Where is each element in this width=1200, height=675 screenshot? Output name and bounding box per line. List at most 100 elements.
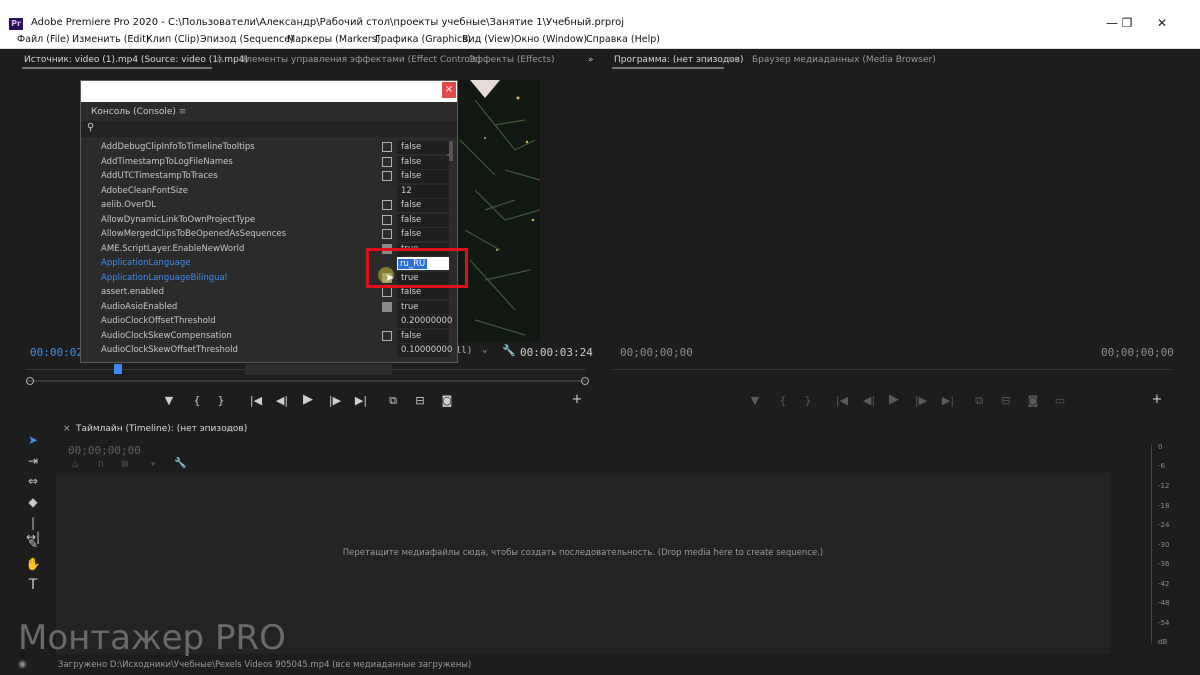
menu-window[interactable]: Окно (Window) <box>514 34 587 45</box>
selection-tool-icon[interactable]: ➤ <box>24 433 42 447</box>
console-row-value[interactable]: false <box>397 228 449 241</box>
chevron-down-icon[interactable]: ⌄ <box>482 345 487 355</box>
program-step-back-icon[interactable]: ◀| <box>861 395 877 407</box>
console-row[interactable]: aelib.OverDL false <box>81 199 457 213</box>
snap-icon[interactable]: ∩ <box>98 459 104 470</box>
menu-sequence[interactable]: Эпизод (Sequence) <box>200 34 294 45</box>
linked-selection-icon[interactable]: ⊠ <box>122 459 128 470</box>
tab-program[interactable]: Программа: (нет эпизодов) <box>614 55 743 65</box>
console-row-checkbox[interactable] <box>382 229 392 239</box>
timeline-settings-wrench-icon[interactable]: 🔧 <box>174 458 186 469</box>
program-go-to-out-icon[interactable]: ▶| <box>940 395 956 407</box>
mark-out-icon[interactable]: } <box>213 395 229 407</box>
timeline-menu-icon[interactable]: ≡ <box>226 424 234 434</box>
program-go-to-in-icon[interactable]: |◀ <box>834 395 850 407</box>
console-row-value[interactable]: false <box>397 213 449 227</box>
console-row[interactable]: AddUTCTimestampToTraces false <box>81 170 457 184</box>
button-editor-plus-icon[interactable]: + <box>569 393 585 406</box>
console-row-checkbox[interactable] <box>382 200 392 210</box>
menu-clip[interactable]: Клип (Clip) <box>146 34 200 45</box>
razor-tool-icon[interactable]: ◆ <box>24 495 42 509</box>
go-to-out-icon[interactable]: ▶| <box>353 395 369 407</box>
source-fit-dropdown[interactable]: ll) <box>456 346 472 356</box>
wrench-icon[interactable]: 🔧 <box>502 344 516 357</box>
zoom-handle-right[interactable] <box>581 377 589 385</box>
console-row-value[interactable]: true <box>397 300 449 314</box>
console-row[interactable]: AudioAsioEnabled true <box>81 300 457 315</box>
add-marker-icon[interactable]: ▼ <box>161 395 177 407</box>
source-zoom-bar[interactable] <box>26 380 586 382</box>
console-search-input[interactable]: ⚲ <box>81 121 457 137</box>
console-row-checkbox[interactable] <box>382 171 392 181</box>
menu-markers[interactable]: Маркеры (Markers) <box>287 34 380 45</box>
program-export-frame-icon[interactable]: ◙ <box>1025 395 1041 407</box>
console-row-checkbox[interactable] <box>382 330 392 341</box>
step-forward-icon[interactable]: |▶ <box>327 395 343 407</box>
ripple-edit-tool-icon[interactable]: ⇔ <box>24 474 42 488</box>
insert-icon[interactable]: ⧉ <box>385 395 401 407</box>
console-row[interactable]: AudioClockSkewOffsetThreshold 0.10000000 <box>81 344 457 358</box>
timeline-close-icon[interactable]: × <box>63 424 71 434</box>
console-row[interactable]: AddDebugClipInfoToTimelineTooltips false <box>81 141 457 155</box>
menu-edit[interactable]: Изменить (Edit) <box>72 34 150 45</box>
console-row[interactable]: AllowMergedClipsToBeOpenedAsSequences fal… <box>81 228 457 242</box>
program-step-forward-icon[interactable]: |▶ <box>913 395 929 407</box>
console-row[interactable]: assert.enabled false <box>81 286 457 300</box>
menu-file[interactable]: Файл (File) <box>17 34 70 45</box>
restore-icon[interactable]: ❐ <box>1112 15 1142 31</box>
program-mark-in-icon[interactable]: { <box>775 395 791 407</box>
comparison-view-icon[interactable]: ▭ <box>1052 395 1068 407</box>
console-row-checkbox[interactable] <box>382 214 392 225</box>
zoom-handle-left[interactable] <box>26 377 34 385</box>
tab-menu-icon[interactable]: ≡ <box>216 55 224 65</box>
step-back-icon[interactable]: ◀| <box>274 395 290 407</box>
export-frame-icon[interactable]: ◙ <box>439 395 455 407</box>
console-row-value[interactable]: 0.20000000 <box>397 315 452 328</box>
lift-icon[interactable]: ⧉ <box>971 395 987 407</box>
panel-overflow-icon[interactable]: » <box>588 55 594 65</box>
mark-in-icon[interactable]: { <box>189 395 205 407</box>
menu-graphics[interactable]: Графика (Graphics) <box>375 34 471 45</box>
console-close-icon[interactable]: × <box>442 82 456 98</box>
type-tool-icon[interactable]: T <box>24 577 42 593</box>
console-row[interactable]: AudioClockOffsetThreshold 0.20000000 <box>81 315 457 329</box>
play-icon[interactable]: ▶ <box>300 393 316 406</box>
console-row[interactable]: AllowDynamicLinkToOwnProjectType false <box>81 213 457 228</box>
console-row-value[interactable]: false <box>397 170 449 183</box>
console-row-value[interactable]: false <box>397 155 449 169</box>
timeline-marker-icon[interactable]: ▾ <box>150 459 156 470</box>
close-icon[interactable]: ✕ <box>1147 15 1177 31</box>
console-row-checkbox[interactable] <box>382 156 392 167</box>
console-row-value[interactable]: false <box>397 199 449 212</box>
program-add-marker-icon[interactable]: ▼ <box>747 395 763 407</box>
pen-tool-icon[interactable]: ✎ <box>24 537 42 551</box>
tab-source[interactable]: Источник: video (1).mp4 (Source: video (… <box>24 55 248 65</box>
overwrite-icon[interactable]: ⊟ <box>412 395 428 407</box>
console-row-checkbox[interactable] <box>382 287 392 297</box>
program-mark-out-icon[interactable]: } <box>800 395 816 407</box>
console-row[interactable]: AudioClockSkewCompensation false <box>81 329 457 344</box>
console-row-value[interactable]: false <box>397 329 449 343</box>
tab-media-browser[interactable]: Браузер медиаданных (Media Browser) <box>752 55 936 65</box>
tab-effects[interactable]: Эффекты (Effects) <box>469 55 554 65</box>
menu-help[interactable]: Справка (Help) <box>586 34 660 45</box>
console-row-checkbox[interactable] <box>382 301 392 312</box>
source-playhead[interactable] <box>114 364 122 374</box>
nest-icon[interactable]: ⌂ <box>72 459 78 470</box>
console-row[interactable]: AddTimestampToLogFileNames false <box>81 155 457 170</box>
track-select-tool-icon[interactable]: ⇥ <box>24 454 42 468</box>
extract-icon[interactable]: ⊟ <box>998 395 1014 407</box>
hand-tool-icon[interactable]: ✋ <box>24 557 42 571</box>
tab-effect-controls[interactable]: Элементы управления эффектами (Effect Co… <box>240 55 481 65</box>
program-play-icon[interactable]: ▶ <box>886 393 902 406</box>
program-button-editor-plus-icon[interactable]: + <box>1149 393 1165 406</box>
console-row-checkbox[interactable] <box>382 142 392 152</box>
console-row-value[interactable]: false <box>397 141 449 154</box>
console-row-value[interactable]: 0.10000000 <box>397 344 452 357</box>
menu-view[interactable]: Вид (View) <box>462 34 514 45</box>
console-row[interactable]: AdobeCleanFontSize 12 <box>81 184 457 199</box>
program-tab-menu-icon[interactable]: ≡ <box>726 55 734 65</box>
go-to-in-icon[interactable]: |◀ <box>248 395 264 407</box>
timeline-timecode[interactable]: 00;00;00;00 <box>68 444 141 457</box>
console-row-value[interactable]: 12 <box>397 184 449 198</box>
